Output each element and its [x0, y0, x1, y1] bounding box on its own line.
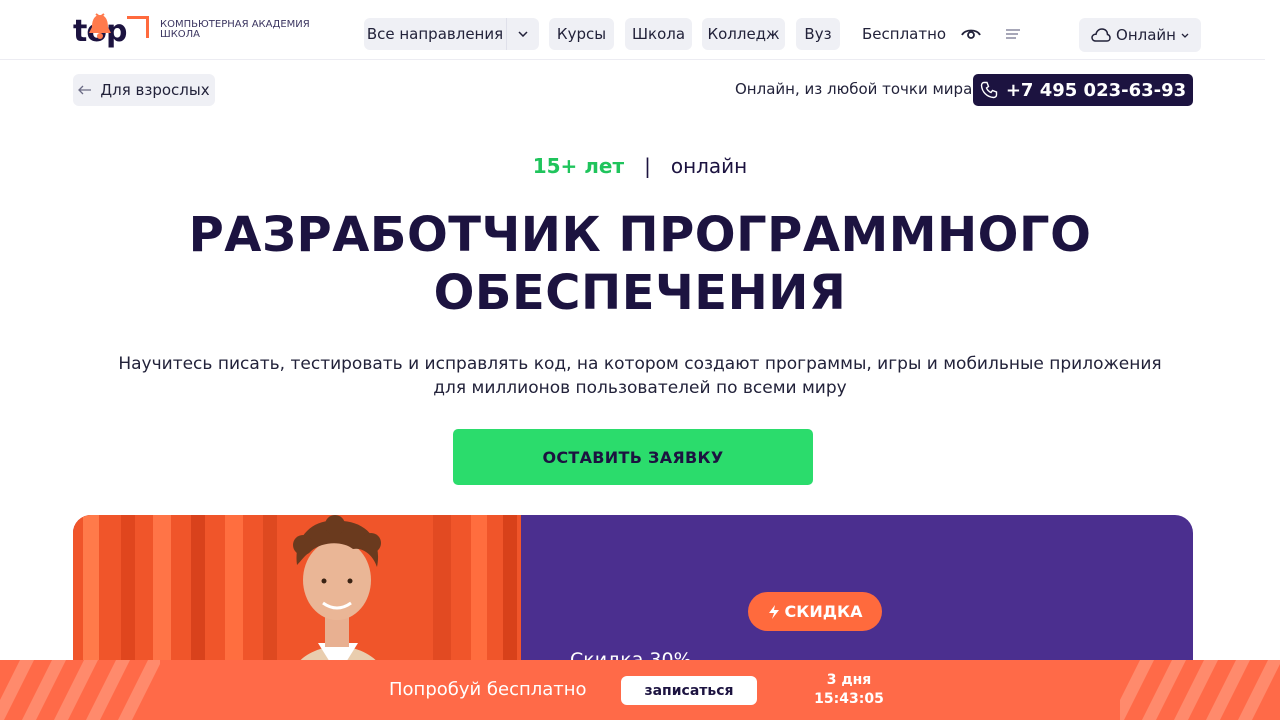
banner-stripes-right [1120, 660, 1280, 720]
menu-icon [1006, 29, 1020, 39]
discount-badge-label: СКИДКА [784, 602, 863, 621]
nav-free[interactable]: Бесплатно [862, 18, 946, 50]
nav-all-directions-toggle[interactable] [506, 18, 539, 50]
page-title: РАЗРАБОТЧИК ПРОГРАММНОГО ОБЕСПЕЧЕНИЯ [0, 206, 1280, 322]
phone-number: +7 495 023-63-93 [1005, 79, 1187, 101]
countdown-timer: 3 дня 15:43:05 [808, 671, 890, 709]
site-header: top КОМПЬЮТЕРНАЯ АКАДЕМИЯ ШКОЛА Все напр… [0, 0, 1280, 60]
eye-icon [961, 29, 981, 39]
trial-banner: Попробуй бесплатно записаться 3 дня 15:4… [0, 660, 1280, 720]
trial-text: Попробуй бесплатно [389, 679, 587, 700]
nav-school[interactable]: Школа [625, 18, 692, 50]
banner-stripes-left [0, 660, 160, 720]
location-select[interactable]: Онлайн [1079, 18, 1201, 52]
back-button-label: Для взрослых [100, 81, 210, 99]
course-meta: 15+ лет | онлайн [0, 154, 1280, 178]
page-title-line1: РАЗРАБОТЧИК ПРОГРАММНОГО [188, 207, 1092, 263]
lightning-icon [768, 604, 779, 619]
accessibility-button[interactable] [957, 18, 985, 50]
arrow-left-icon [78, 85, 92, 95]
chevron-down-icon [518, 31, 528, 37]
signup-button[interactable]: записаться [621, 676, 757, 705]
location-select-label: Онлайн [1116, 26, 1176, 44]
phone-button[interactable]: +7 495 023-63-93 [973, 74, 1193, 106]
format-label: онлайн [670, 154, 748, 178]
chevron-down-icon [1181, 33, 1189, 38]
nav-university[interactable]: Вуз [796, 18, 840, 50]
page-title-line2: ОБЕСПЕЧЕНИЯ [433, 265, 847, 321]
course-description: Научитесь писать, тестировать и исправля… [118, 354, 1162, 398]
meta-separator: | [644, 154, 651, 178]
years-label: 15+ лет [532, 154, 625, 178]
nav-courses[interactable]: Курсы [549, 18, 614, 50]
back-to-adults-button[interactable]: Для взрослых [73, 74, 215, 106]
discount-badge: СКИДКА [748, 592, 882, 631]
apply-button[interactable]: ОСТАВИТЬ ЗАЯВКУ [453, 429, 813, 485]
nav-college[interactable]: Колледж [702, 18, 785, 50]
scrollbar[interactable] [1265, 0, 1280, 660]
countdown-days: 3 дня [826, 672, 872, 688]
countdown-time: 15:43:05 [814, 691, 884, 707]
nav-all-directions[interactable]: Все направления [364, 18, 506, 50]
cloud-icon [1091, 28, 1111, 42]
menu-button[interactable] [999, 18, 1027, 50]
location-text: Онлайн, из любой точки мира [735, 80, 973, 98]
phone-icon [980, 81, 998, 99]
